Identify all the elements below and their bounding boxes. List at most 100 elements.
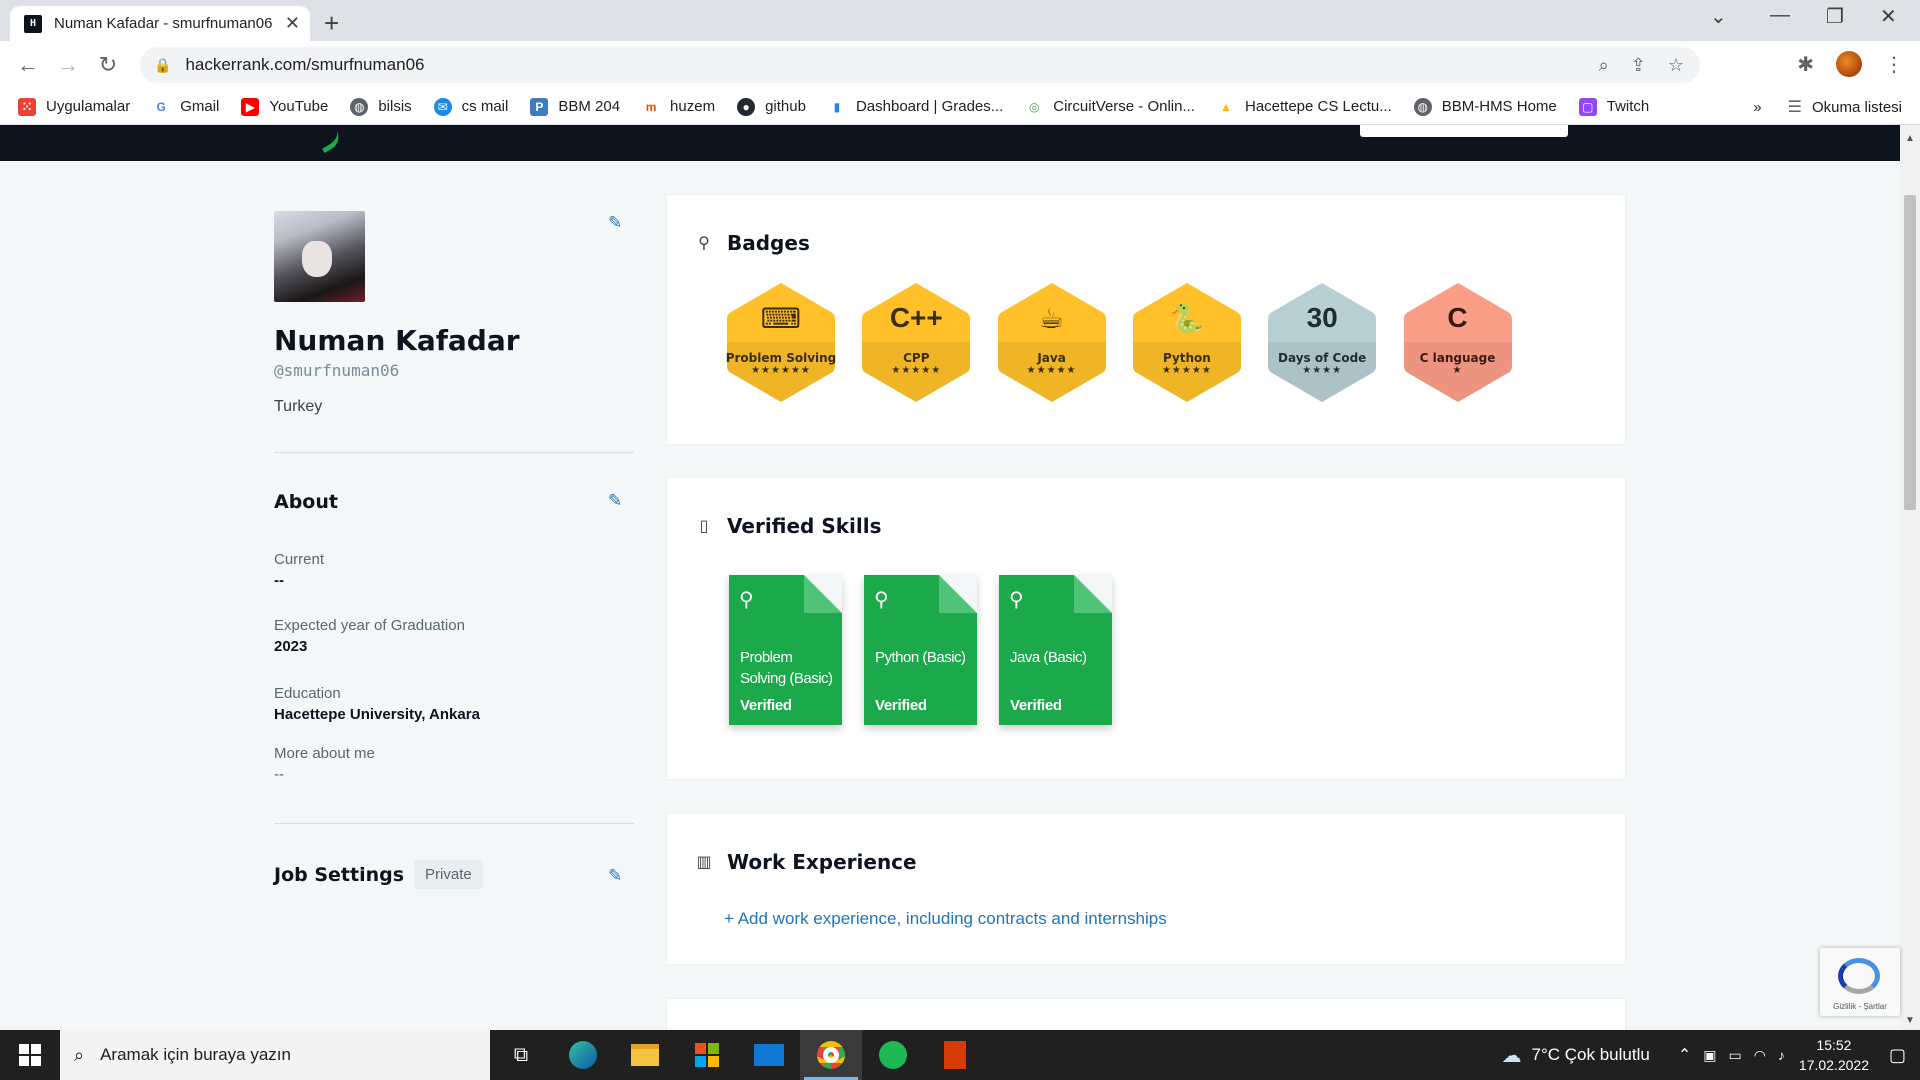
bookmark-item[interactable]: ▶ YouTube <box>241 97 328 116</box>
badge-item[interactable]: ☕ Java ★★★★★ <box>995 280 1109 405</box>
battery-icon[interactable]: ▭ <box>1728 1047 1741 1064</box>
reading-list-icon[interactable]: ☰ <box>1788 97 1802 117</box>
chrome-icon[interactable] <box>800 1030 862 1080</box>
bookmark-item[interactable]: ● github <box>737 97 806 116</box>
mail-app-icon[interactable] <box>738 1030 800 1080</box>
recaptcha-text[interactable]: Gizlilik - Şartlar <box>1820 1002 1900 1011</box>
page-scrollbar[interactable]: ▲ ▼ <box>1900 125 1920 1030</box>
edit-profile-icon[interactable]: ✎ <box>608 213 626 232</box>
forward-icon[interactable]: → <box>48 52 88 78</box>
badge-item[interactable]: C++ CPP ★★★★★ <box>859 280 973 405</box>
bookmark-item[interactable]: ◍ bilsis <box>350 97 412 116</box>
badge-stars: ★★★★★ <box>1026 365 1077 376</box>
volume-icon[interactable]: ♪ <box>1778 1047 1785 1063</box>
bookmark-item[interactable]: ▲ Hacettepe CS Lectu... <box>1217 98 1392 116</box>
bookmark-item[interactable]: ◍ BBM-HMS Home <box>1413 97 1557 116</box>
edge-icon[interactable] <box>552 1030 614 1080</box>
clock[interactable]: 15:52 17.02.2022 <box>1799 1035 1869 1075</box>
browser-tab[interactable]: H Numan Kafadar - smurfnuman06 ✕ <box>10 6 310 41</box>
verified-skill-card[interactable]: ⚲ Python (Basic) Verified <box>864 575 977 725</box>
badge-item[interactable]: ⌨ Problem Solving ★★★★★★ <box>724 280 838 405</box>
verified-skill-card[interactable]: ⚲ Java (Basic) Verified <box>999 575 1112 725</box>
about-field: Current -- <box>274 551 325 589</box>
bookmark-item[interactable]: ▢ Twitch <box>1578 97 1649 116</box>
page-fold <box>1074 575 1112 613</box>
recaptcha-logo-icon <box>1838 958 1880 994</box>
spotify-icon[interactable] <box>862 1030 924 1080</box>
bookmark-item[interactable]: G Gmail <box>152 98 220 116</box>
chart-icon: ▮ <box>833 99 841 114</box>
reload-icon[interactable]: ↻ <box>88 52 128 78</box>
scroll-up-icon[interactable]: ▲ <box>1905 133 1915 144</box>
divider <box>274 823 634 824</box>
profile-name: Numan Kafadar <box>274 324 520 357</box>
share-icon[interactable]: ⇪ <box>1631 55 1646 76</box>
zoom-icon[interactable]: ⌕ <box>1599 55 1609 76</box>
recaptcha-badge[interactable]: Gizlilik - Şartlar <box>1820 948 1900 1016</box>
edit-about-icon[interactable]: ✎ <box>608 491 626 510</box>
windows-logo-icon <box>19 1044 41 1066</box>
notification-icon[interactable]: ▢ <box>1889 1045 1906 1066</box>
badge-item[interactable]: C C language ★ <box>1401 280 1515 405</box>
badge-item[interactable]: 30 Days of Code ★★★★ <box>1265 280 1379 405</box>
task-view-icon[interactable]: ⧉ <box>490 1030 552 1080</box>
drive-icon: ▲ <box>1220 99 1232 114</box>
browser-toolbar: ← → ↻ 🔒 hackerrank.com/smurfnuman06 ⌕ ⇪ … <box>0 41 1920 89</box>
more-bookmarks-icon[interactable]: » <box>1753 99 1761 116</box>
tab-search-icon[interactable]: ⌄ <box>1710 4 1727 29</box>
taskbar-search-input[interactable]: ⌕ Aramak için buraya yazın <box>60 1030 490 1080</box>
badge-ribbon-icon: ⚲ <box>698 235 710 252</box>
scrollbar-thumb[interactable] <box>1904 195 1916 510</box>
restore-icon[interactable]: ❐ <box>1826 4 1844 29</box>
meet-now-icon[interactable]: ▣ <box>1703 1047 1716 1064</box>
bookmark-item[interactable]: ▮ Dashboard | Grades... <box>828 98 1004 116</box>
extensions-icon[interactable]: ✱ <box>1797 52 1814 77</box>
bookmark-item[interactable]: ◎ CircuitVerse - Onlin... <box>1025 98 1195 116</box>
tray-chevron-icon[interactable]: ⌃ <box>1678 1045 1691 1065</box>
globe-icon: ◍ <box>350 97 369 116</box>
badge-item[interactable]: 🐍 Python ★★★★★ <box>1130 280 1244 405</box>
wifi-icon[interactable]: ◠ <box>1754 1047 1766 1064</box>
badge-icon: 30 <box>1306 302 1338 333</box>
hackerrank-logo-icon[interactable] <box>314 125 344 154</box>
back-icon[interactable]: ← <box>8 52 48 78</box>
bookmark-star-icon[interactable]: ☆ <box>1668 55 1684 76</box>
badge-icon: ☕ <box>1039 303 1065 334</box>
badge-icon: C++ <box>889 302 943 333</box>
bookmark-item[interactable]: ✉ cs mail <box>433 97 508 116</box>
window-close-icon[interactable]: ✕ <box>1880 4 1897 29</box>
cloudy-weather-icon[interactable]: ☁ <box>1502 1043 1522 1068</box>
edit-job-settings-icon[interactable]: ✎ <box>608 866 626 885</box>
windows-taskbar: ⌕ Aramak için buraya yazın ⧉ ☁ 7°C Çok b… <box>0 1030 1920 1080</box>
url-text[interactable]: hackerrank.com/smurfnuman06 <box>185 55 424 75</box>
weather-text[interactable]: 7°C Çok bulutlu <box>1532 1045 1650 1065</box>
skill-status: Verified <box>740 697 792 714</box>
badge-icon: C <box>1447 302 1468 333</box>
menu-kebab-icon[interactable]: ⋮ <box>1884 52 1904 77</box>
verified-skill-card[interactable]: ⚲ Problem Solving (Basic) Verified <box>729 575 842 725</box>
badge-hexagon <box>727 283 835 402</box>
start-button[interactable] <box>0 1030 60 1080</box>
new-tab-icon[interactable]: + <box>324 8 339 39</box>
site-search-input[interactable] <box>1360 125 1568 137</box>
address-bar[interactable]: 🔒 hackerrank.com/smurfnuman06 ⌕ ⇪ ☆ <box>140 47 1700 83</box>
job-settings-title: Job Settings <box>274 863 405 886</box>
profile-avatar-icon[interactable] <box>1836 51 1862 77</box>
minimize-icon[interactable]: — <box>1770 4 1790 27</box>
add-work-experience-link[interactable]: + Add work experience, including contrac… <box>724 909 1167 929</box>
lock-icon[interactable]: 🔒 <box>154 57 171 74</box>
badge-hexagon <box>1403 283 1512 402</box>
skills-row: ⚲ Problem Solving (Basic) Verified ⚲ Python … <box>729 575 1529 725</box>
bookmark-item[interactable]: P BBM 204 <box>530 97 620 116</box>
bookmark-item[interactable]: ⁙ Uygulamalar <box>18 97 130 116</box>
scroll-down-icon[interactable]: ▼ <box>1905 1015 1915 1026</box>
badge-hexagon <box>1132 283 1241 402</box>
certificate-ribbon-icon: ⚲ <box>874 589 889 611</box>
file-explorer-icon[interactable] <box>614 1030 676 1080</box>
profile-handle: @smurfnuman06 <box>274 361 400 380</box>
office-icon[interactable] <box>924 1030 986 1080</box>
bookmark-item[interactable]: m huzem <box>642 98 715 116</box>
reading-list-button[interactable]: Okuma listesi <box>1812 99 1902 116</box>
tab-close-icon[interactable]: ✕ <box>285 13 300 34</box>
microsoft-store-icon[interactable] <box>676 1030 738 1080</box>
